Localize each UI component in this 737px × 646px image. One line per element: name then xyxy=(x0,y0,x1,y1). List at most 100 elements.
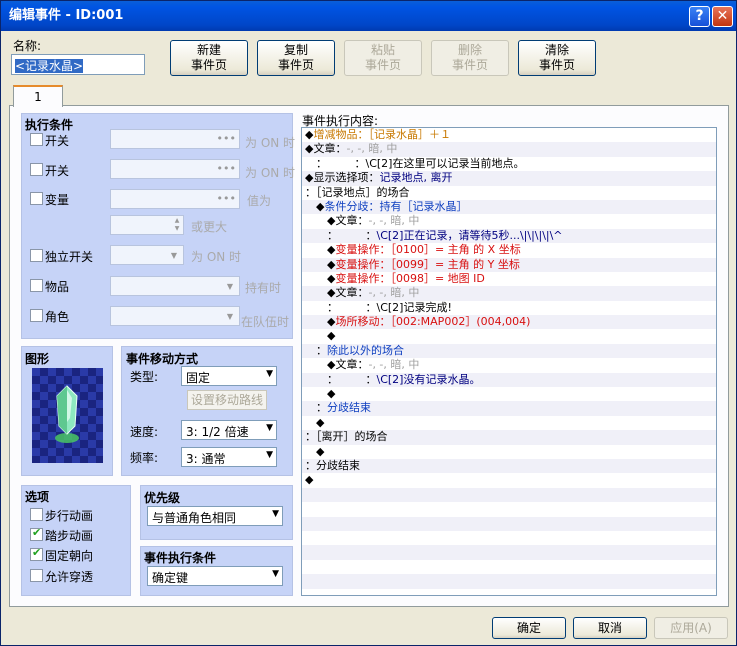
name-label: 名称: xyxy=(13,39,42,53)
variable-suffix: 值为 xyxy=(247,194,272,208)
chevron-down-icon: ▼ xyxy=(266,369,273,379)
command-row[interactable]: ：［记录地点］的场合 xyxy=(302,186,716,200)
actor-suffix: 在队伍时 xyxy=(241,315,290,329)
variable-more: 或更大 xyxy=(191,220,228,234)
switch2-label: 开关 xyxy=(45,164,70,178)
command-row-empty[interactable] xyxy=(302,502,716,516)
browse-icon: ••• xyxy=(216,132,236,145)
priority-title: 优先级 xyxy=(144,491,181,505)
self-switch-checkbox[interactable] xyxy=(30,249,43,262)
actor-select[interactable]: ▼ xyxy=(110,306,240,326)
event-graphic[interactable] xyxy=(32,368,103,463)
command-row[interactable]: ◆变量操作：［0100］= 主角 的 X 坐标 xyxy=(302,243,716,257)
walk-anim-label: 步行动画 xyxy=(45,509,94,523)
edit-event-window: 编辑事件 - ID:001 ? ✕ 名称: <记录水晶> 新建 事件页 复制 事件页… xyxy=(0,0,737,646)
apply-button[interactable]: 应用(A) xyxy=(654,617,728,639)
command-row[interactable]: ◆ xyxy=(302,416,716,430)
command-row-empty[interactable] xyxy=(302,487,716,503)
move-speed-select[interactable]: 3: 1/2 倍速 ▼ xyxy=(181,420,277,440)
command-row-empty[interactable] xyxy=(302,560,716,574)
crystal-icon xyxy=(32,368,103,463)
command-row[interactable]: ◆文章：-, -, 暗, 中 xyxy=(302,214,716,228)
command-row-empty[interactable] xyxy=(302,574,716,589)
command-row[interactable]: ◆显示选择项：记录地点, 离开 xyxy=(302,171,716,186)
command-row[interactable]: ◆场所移动：［002:MAP002］(004,004) xyxy=(302,315,716,330)
command-row[interactable]: ◆ xyxy=(302,387,716,401)
walk-anim-checkbox[interactable] xyxy=(30,508,43,521)
command-row[interactable]: ◆条件分歧：持有［记录水晶］ xyxy=(302,199,716,215)
name-field[interactable]: <记录水晶> xyxy=(11,54,145,75)
move-type-label: 类型: xyxy=(130,370,159,384)
switch1-checkbox[interactable] xyxy=(30,133,43,146)
item-checkbox[interactable] xyxy=(30,279,43,292)
dir-fix-checkbox[interactable] xyxy=(30,546,43,561)
switch2-suffix: 为 ON 时 xyxy=(245,166,296,180)
actor-checkbox[interactable] xyxy=(30,309,43,322)
switch1-label: 开关 xyxy=(45,134,70,148)
new-page-button[interactable]: 新建 事件页 xyxy=(170,40,248,76)
command-row[interactable]: ◆ xyxy=(302,329,716,343)
cancel-button[interactable]: 取消 xyxy=(573,617,647,639)
command-row[interactable]: ◆文章：-, -, 暗, 中 xyxy=(302,358,716,372)
command-row-empty[interactable] xyxy=(302,516,716,531)
switch1-field[interactable]: ••• xyxy=(110,129,240,149)
title-bar: 编辑事件 - ID:001 xyxy=(1,1,736,31)
event-commands-list[interactable]: ◆增减物品：［记录水晶］＋１ ◆文章：-, -, 暗, 中 ： ：\C[2]在这里… xyxy=(301,127,717,596)
command-row[interactable]: ◆变量操作：［0098］= 地图 ID xyxy=(302,272,716,286)
window-title: 编辑事件 - ID:001 xyxy=(9,8,124,23)
switch2-checkbox[interactable] xyxy=(30,163,43,176)
tab-page-1[interactable]: 1 xyxy=(13,85,63,107)
help-icon[interactable]: ? xyxy=(689,6,710,27)
command-row[interactable]: ：分歧结束 xyxy=(302,401,716,416)
command-row[interactable]: ◆增减物品：［记录水晶］＋１ xyxy=(302,128,716,142)
dir-fix-label: 固定朝向 xyxy=(45,549,94,563)
set-route-button[interactable]: 设置移动路线 xyxy=(187,390,267,410)
chevron-down-icon: ▼ xyxy=(266,423,273,433)
command-row[interactable]: ： ：\C[2]没有记录水晶。 xyxy=(302,372,716,388)
command-row[interactable]: ◆ xyxy=(302,473,716,487)
step-anim-label: 踏步动画 xyxy=(45,529,94,543)
priority-select[interactable]: 与普通角色相同 ▼ xyxy=(147,506,283,526)
switch2-field[interactable]: ••• xyxy=(110,159,240,179)
command-row[interactable]: ◆文章：-, -, 暗, 中 xyxy=(302,286,716,301)
item-select[interactable]: ▼ xyxy=(110,276,240,296)
chevron-down-icon: ▼ xyxy=(272,509,279,519)
command-row[interactable]: ◆文章：-, -, 暗, 中 xyxy=(302,142,716,157)
through-checkbox[interactable] xyxy=(30,569,43,582)
command-row-empty[interactable] xyxy=(302,531,716,545)
close-icon[interactable]: ✕ xyxy=(712,6,733,27)
chevron-down-icon: ▼ xyxy=(272,569,279,579)
trigger-select[interactable]: 确定键 ▼ xyxy=(147,566,283,586)
actor-label: 角色 xyxy=(45,310,70,324)
paste-page-button[interactable]: 粘贴 事件页 xyxy=(344,40,422,76)
ok-button[interactable]: 确定 xyxy=(492,617,566,639)
switch1-suffix: 为 ON 时 xyxy=(245,136,296,150)
step-anim-checkbox[interactable] xyxy=(30,526,43,541)
move-type-select[interactable]: 固定 ▼ xyxy=(181,366,277,386)
spin-icon: ▲ ▼ xyxy=(174,217,180,232)
variable-value-stepper[interactable]: ▲ ▼ xyxy=(110,215,184,235)
variable-checkbox[interactable] xyxy=(30,192,43,205)
graphic-title: 图形 xyxy=(25,352,50,366)
command-row[interactable]: ： ：\C[2]在这里可以记录当前地点。 xyxy=(302,157,716,171)
command-row[interactable]: ： ：\C[2]记录完成! xyxy=(302,301,716,315)
clear-page-button[interactable]: 清除 事件页 xyxy=(518,40,596,76)
delete-page-button[interactable]: 删除 事件页 xyxy=(431,40,509,76)
command-row-empty[interactable] xyxy=(302,589,716,596)
command-row[interactable]: ：除此以外的场合 xyxy=(302,343,716,359)
command-row[interactable]: ：分歧结束 xyxy=(302,458,716,474)
command-row[interactable]: ：［离开］的场合 xyxy=(302,430,716,445)
variable-field[interactable]: ••• xyxy=(110,189,240,209)
command-row[interactable]: ◆ xyxy=(302,445,716,459)
command-row[interactable]: ： ：\C[2]正在记录，请等待5秒...\|\|\|\|\^ xyxy=(302,228,716,244)
command-row-empty[interactable] xyxy=(302,545,716,560)
self-switch-label: 独立开关 xyxy=(45,250,94,264)
move-freq-select[interactable]: 3: 通常 ▼ xyxy=(181,447,277,467)
browse-icon: ••• xyxy=(216,192,236,205)
self-switch-select[interactable]: ▼ xyxy=(110,245,184,265)
trigger-title: 事件执行条件 xyxy=(144,551,217,565)
command-row[interactable]: ◆变量操作：［0099］= 主角 的 Y 坐标 xyxy=(302,257,716,272)
move-freq-label: 频率: xyxy=(130,451,159,465)
copy-page-button[interactable]: 复制 事件页 xyxy=(257,40,335,76)
chevron-down-icon: ▼ xyxy=(266,450,273,460)
